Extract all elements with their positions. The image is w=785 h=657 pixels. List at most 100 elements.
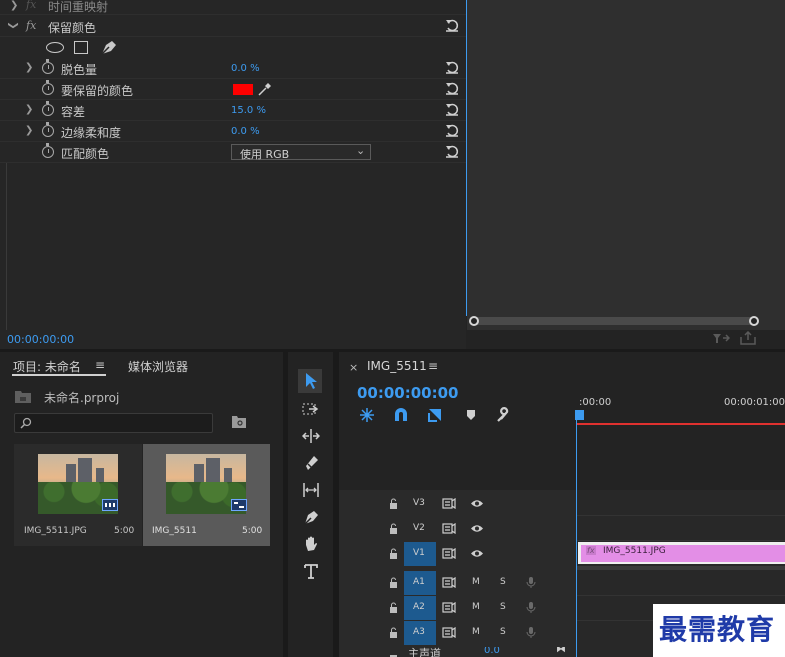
property-value[interactable]: 15.0 % [231, 105, 266, 116]
track-select-tool-icon[interactable] [302, 400, 320, 418]
pen-tool-icon[interactable] [302, 508, 320, 526]
lock-icon[interactable] [389, 627, 398, 638]
type-tool-icon[interactable] [302, 562, 320, 580]
lock-icon[interactable] [389, 577, 398, 588]
chevron-right-icon[interactable]: ❯ [25, 62, 33, 73]
time-ruler[interactable]: :00:00 00:00:01:00 [576, 392, 785, 422]
stopwatch-icon[interactable] [42, 143, 54, 158]
close-icon[interactable]: × [349, 361, 358, 374]
microphone-icon[interactable] [526, 576, 536, 589]
mute-button[interactable]: M [472, 577, 480, 587]
stopwatch-icon[interactable] [42, 101, 54, 116]
sync-lock-icon[interactable] [442, 498, 456, 509]
project-item[interactable]: IMG_5511.JPG 5:00 [14, 444, 142, 546]
match-colors-dropdown[interactable]: 使用 RGB ⌄ [231, 144, 371, 161]
sync-lock-icon[interactable] [442, 548, 456, 559]
filter-icon[interactable] [712, 332, 730, 344]
sync-lock-icon[interactable] [442, 577, 456, 588]
reset-icon[interactable] [444, 80, 460, 96]
solo-button[interactable]: S [500, 602, 506, 612]
mute-button[interactable]: M [472, 602, 480, 612]
eye-icon[interactable] [470, 498, 484, 509]
lock-icon[interactable] [389, 650, 398, 657]
property-row-tolerance[interactable]: ❯ 容差 15.0 % [0, 100, 466, 121]
timeline-clip[interactable]: fx IMG_5511.JPG [581, 545, 785, 562]
lock-icon[interactable] [389, 498, 398, 509]
track-label[interactable]: V2 [413, 523, 425, 533]
chevron-down-icon[interactable]: ❯ [8, 21, 19, 29]
sync-lock-icon[interactable] [442, 627, 456, 638]
property-value[interactable]: 0.0 % [231, 63, 260, 74]
chevron-right-icon[interactable]: ❯ [25, 125, 33, 136]
search-input[interactable] [14, 413, 213, 433]
chevron-right-icon[interactable]: ❯ [25, 104, 33, 115]
project-item-selected[interactable]: IMG_5511 5:00 [143, 444, 270, 546]
property-row-match-colors[interactable]: 匹配颜色 使用 RGB ⌄ [0, 142, 466, 163]
stopwatch-icon[interactable] [42, 122, 54, 137]
snap-icon[interactable] [393, 407, 409, 423]
property-row-edge-softness[interactable]: ❯ 边缘柔和度 0.0 % [0, 121, 466, 142]
keyframe-area[interactable] [467, 0, 785, 330]
sequence-tab[interactable]: IMG_5511 [367, 359, 427, 373]
color-swatch[interactable] [233, 84, 253, 95]
property-row-desaturation[interactable]: ❯ 脱色量 0.0 % [0, 58, 466, 79]
master-volume[interactable]: 0.0 [484, 647, 500, 656]
selection-tool-icon[interactable] [302, 372, 320, 390]
solo-button[interactable]: S [500, 627, 506, 637]
sync-lock-icon[interactable] [442, 523, 456, 534]
stopwatch-icon[interactable] [42, 80, 54, 95]
effect-timecode[interactable]: 00:00:00:00 [7, 333, 74, 346]
rectangle-mask-icon[interactable] [74, 41, 88, 54]
reset-icon[interactable] [444, 17, 460, 33]
timeline-playhead-line[interactable] [576, 416, 577, 657]
eye-icon[interactable] [470, 523, 484, 534]
time-remap-row[interactable]: ❯ fx 时间重映射 [0, 0, 466, 15]
scroll-handle-right[interactable] [749, 316, 759, 326]
microphone-icon[interactable] [526, 626, 536, 639]
reset-icon[interactable] [444, 143, 460, 159]
timeline-timecode[interactable]: 00:00:00:00 [357, 384, 459, 402]
linked-selection-icon[interactable] [427, 407, 443, 423]
lock-icon[interactable] [389, 602, 398, 613]
reset-icon[interactable] [444, 59, 460, 75]
pen-mask-icon[interactable] [100, 39, 118, 55]
track-label[interactable]: V3 [413, 498, 425, 508]
track-label[interactable]: A2 [413, 602, 425, 612]
reset-icon[interactable] [444, 122, 460, 138]
playhead-line[interactable] [466, 0, 467, 316]
mute-button[interactable]: M [472, 627, 480, 637]
export-icon[interactable] [740, 331, 756, 345]
solo-button[interactable]: S [500, 577, 506, 587]
marker-icon[interactable] [465, 409, 477, 421]
lock-icon[interactable] [389, 523, 398, 534]
stopwatch-icon[interactable] [42, 59, 54, 74]
master-end-icon[interactable]: ⧓ [556, 647, 566, 655]
nest-icon[interactable] [359, 407, 375, 423]
menu-icon[interactable]: ≡ [95, 358, 105, 372]
menu-icon[interactable]: ≡ [428, 359, 438, 373]
property-value[interactable]: 0.0 % [231, 126, 260, 137]
microphone-icon[interactable] [526, 601, 536, 614]
sync-lock-icon[interactable] [442, 602, 456, 613]
slip-tool-icon[interactable] [302, 481, 320, 499]
scroll-handle-left[interactable] [469, 316, 479, 326]
ellipse-mask-icon[interactable] [46, 42, 64, 53]
wrench-icon[interactable] [495, 407, 511, 423]
keep-color-effect-row[interactable]: ❯ fx 保留颜色 [0, 16, 466, 37]
razor-tool-icon[interactable] [302, 454, 320, 472]
chevron-right-icon[interactable]: ❯ [10, 0, 18, 11]
track-label[interactable]: V1 [413, 548, 425, 558]
track-label[interactable]: A3 [413, 627, 425, 637]
track-label[interactable]: A1 [413, 577, 425, 587]
reset-icon[interactable] [444, 101, 460, 117]
eye-icon[interactable] [470, 548, 484, 559]
eyedropper-icon[interactable] [258, 82, 272, 96]
new-search-bin-icon[interactable] [231, 415, 247, 429]
hand-tool-icon[interactable] [302, 535, 320, 553]
tab-project[interactable]: 项目: 未命名 [13, 358, 81, 375]
ripple-edit-tool-icon[interactable] [302, 427, 320, 445]
zoom-scrollbar[interactable] [474, 317, 754, 325]
lock-icon[interactable] [389, 548, 398, 559]
property-row-color-to-keep[interactable]: 要保留的颜色 [0, 79, 466, 100]
tab-media-browser[interactable]: 媒体浏览器 [128, 358, 188, 375]
